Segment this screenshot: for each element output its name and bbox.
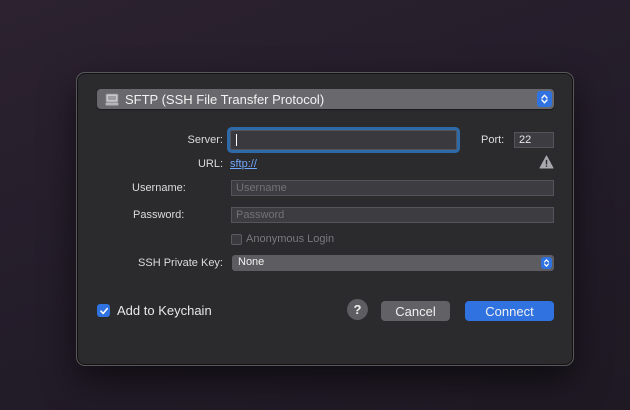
add-to-keychain-label: Add to Keychain xyxy=(117,303,212,318)
port-input[interactable] xyxy=(514,132,554,148)
connect-button[interactable]: Connect xyxy=(465,301,554,321)
server-label: Server: xyxy=(187,134,223,146)
anonymous-login-checkbox[interactable] xyxy=(231,234,242,245)
port-label: Port: xyxy=(481,134,505,146)
protocol-label: SFTP (SSH File Transfer Protocol) xyxy=(125,91,325,107)
password-label: Password: xyxy=(133,209,185,221)
protocol-stepper-icon[interactable] xyxy=(537,91,552,107)
protocol-select[interactable]: SFTP (SSH File Transfer Protocol) xyxy=(97,89,554,109)
cancel-button[interactable]: Cancel xyxy=(381,301,450,321)
checkmark-icon xyxy=(99,307,108,314)
url-label: URL: xyxy=(197,158,223,170)
anonymous-login-label: Anonymous Login xyxy=(246,233,335,245)
username-input[interactable] xyxy=(231,180,554,196)
url-link[interactable]: sftp:// xyxy=(230,158,257,170)
password-input[interactable] xyxy=(231,207,554,223)
network-drive-icon xyxy=(105,93,119,106)
connection-dialog: SFTP (SSH File Transfer Protocol) Server… xyxy=(76,72,574,366)
server-input[interactable] xyxy=(230,130,457,150)
add-to-keychain-checkbox[interactable] xyxy=(97,304,110,317)
help-button[interactable]: ? xyxy=(347,299,368,320)
ssh-private-key-value: None xyxy=(238,256,265,268)
text-cursor xyxy=(236,134,237,146)
warning-icon[interactable] xyxy=(539,155,554,174)
ssh-key-stepper-icon[interactable] xyxy=(541,257,552,269)
ssh-private-key-select[interactable]: None xyxy=(232,255,554,271)
ssh-private-key-label: SSH Private Key: xyxy=(138,257,223,269)
username-label: Username: xyxy=(132,182,186,194)
